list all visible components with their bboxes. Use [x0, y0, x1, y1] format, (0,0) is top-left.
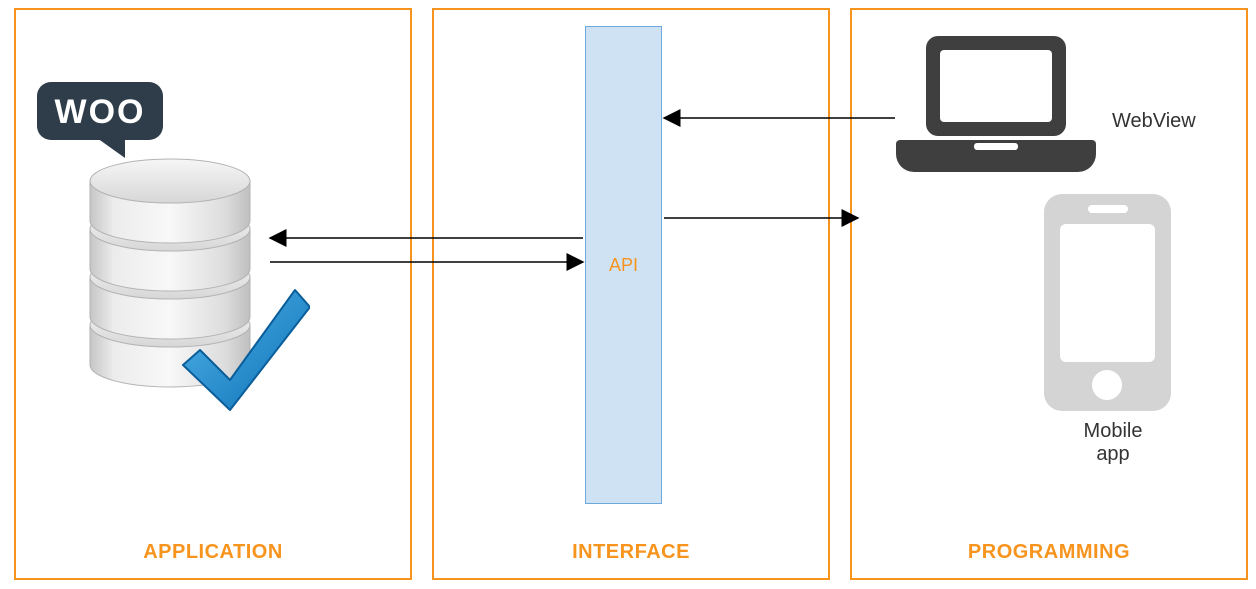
woo-badge-icon: WOO: [35, 80, 165, 160]
diagram-canvas: APPLICATION INTERFACE PROGRAMMING API WO…: [0, 0, 1256, 589]
mobile-app-label: Mobile app: [1078, 420, 1148, 466]
webview-label: WebView: [1112, 110, 1196, 133]
mobile-icon: [1040, 190, 1175, 415]
database-icon: [80, 155, 310, 415]
woo-label: WOO: [55, 93, 146, 131]
laptop-icon: [896, 30, 1096, 180]
